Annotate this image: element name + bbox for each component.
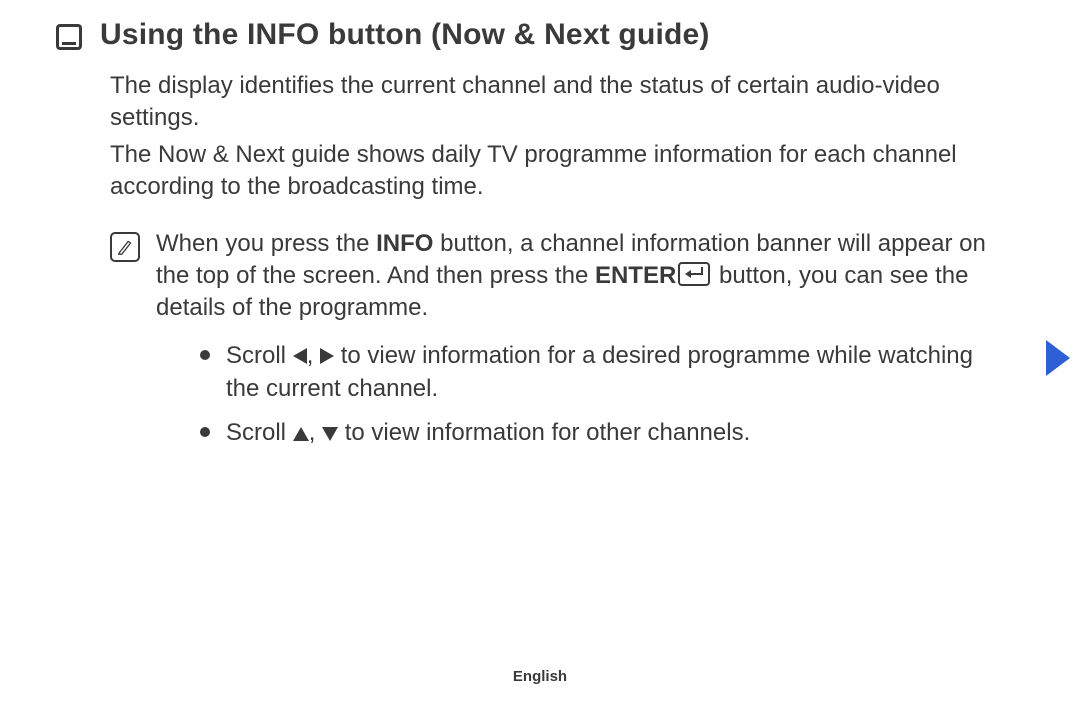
enter-icon <box>678 262 710 286</box>
left-arrow-icon <box>293 348 307 364</box>
right-arrow-icon <box>320 348 334 364</box>
page-title: Using the INFO button (Now & Next guide) <box>100 18 710 52</box>
note-bullets: Scroll , to view information for a desir… <box>198 339 990 450</box>
intro-text: The display identifies the current chann… <box>110 70 1010 204</box>
bullet-scroll-lr: Scroll , to view information for a desir… <box>198 339 990 406</box>
footer-language: English <box>0 668 1080 685</box>
enter-label: ENTER <box>595 262 676 289</box>
manual-page: Using the INFO button (Now & Next guide)… <box>0 0 1080 705</box>
bullet1-pre: Scroll <box>226 342 293 369</box>
note-text: When you press the INFO button, a channe… <box>156 228 990 460</box>
section-bullet-icon <box>56 24 82 50</box>
next-page-arrow[interactable] <box>1046 340 1070 376</box>
intro-paragraph-2: The Now & Next guide shows daily TV prog… <box>110 139 1010 204</box>
section-title-row: Using the INFO button (Now & Next guide) <box>56 18 1020 52</box>
up-arrow-icon <box>293 427 309 441</box>
note-icon <box>110 232 140 262</box>
down-arrow-icon <box>322 427 338 441</box>
bullet2-sep: , <box>309 419 322 446</box>
bullet2-pre: Scroll <box>226 419 293 446</box>
note-block: When you press the INFO button, a channe… <box>110 228 990 460</box>
info-label: INFO <box>376 230 433 257</box>
bullet1-sep: , <box>307 342 320 369</box>
bullet1-post: to view information for a desired progra… <box>226 342 973 403</box>
bullet-scroll-ud: Scroll , to view information for other c… <box>198 416 990 450</box>
bullet2-post: to view information for other channels. <box>338 419 750 446</box>
note-pre: When you press the <box>156 230 376 257</box>
intro-paragraph-1: The display identifies the current chann… <box>110 70 1010 135</box>
